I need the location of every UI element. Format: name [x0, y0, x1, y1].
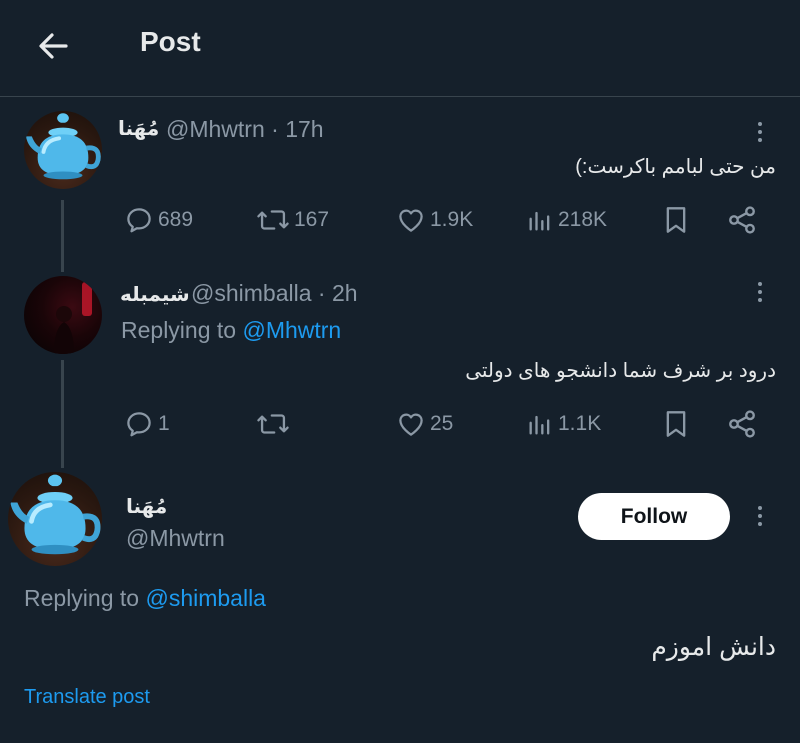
author-handle-text: @Mhwtrn: [166, 116, 265, 142]
teapot-avatar-icon: [24, 111, 102, 189]
reply-icon: [127, 412, 151, 437]
reply-button[interactable]: 689: [124, 204, 193, 236]
dark-avatar-icon: [54, 282, 92, 354]
more-options-button[interactable]: [748, 502, 772, 530]
author-handle[interactable]: @Mhwtrn: [126, 525, 225, 552]
avatar[interactable]: [8, 472, 102, 566]
repost-icon: [257, 414, 289, 434]
more-options-button[interactable]: [748, 278, 772, 306]
replying-to: Replying to @Mhwtrn: [121, 317, 341, 344]
views-chart-icon: [529, 415, 550, 435]
like-count: 1.9K: [430, 208, 474, 231]
share-icon: [729, 206, 755, 234]
share-button[interactable]: [726, 408, 758, 440]
post-text: دانش اموزم: [651, 633, 776, 661]
post-time: · 17h: [271, 116, 324, 142]
replying-to: Replying to @shimballa: [24, 585, 266, 612]
share-icon: [729, 410, 755, 438]
teapot-avatar-icon: [8, 472, 102, 566]
like-count: 25: [430, 412, 454, 435]
heart-icon: [399, 413, 423, 436]
post-time: · 2h: [317, 280, 358, 306]
replying-to-label: Replying to: [121, 317, 237, 343]
reply-count: 689: [158, 208, 194, 231]
heart-icon: [399, 209, 423, 232]
share-button[interactable]: [726, 204, 758, 236]
views-button[interactable]: 1.1K: [526, 408, 601, 440]
author-handle[interactable]: @Mhwtrn · 17h: [166, 116, 324, 143]
repost-icon: [257, 210, 289, 230]
bookmark-button[interactable]: [662, 408, 690, 440]
bookmark-icon: [666, 411, 686, 437]
mention-link[interactable]: @shimballa: [145, 585, 266, 611]
bookmark-button[interactable]: [662, 204, 690, 236]
reply-icon: [127, 208, 151, 233]
tweet-text: درود بر شرف شما دانشجو های دولتی: [465, 360, 776, 382]
tweet-text: من حتی لبامم باکرست:): [575, 156, 776, 178]
views-button[interactable]: 218K: [526, 204, 607, 236]
repost-button[interactable]: [256, 408, 294, 440]
page-title: Post: [140, 26, 201, 57]
back-button[interactable]: [32, 24, 76, 68]
repost-count: 167: [294, 208, 330, 231]
author-name[interactable]: مُهَنا: [126, 494, 167, 519]
translate-post-link[interactable]: Translate post: [24, 686, 150, 709]
view-count: 1.1K: [558, 412, 602, 435]
mention-link[interactable]: @Mhwtrn: [242, 317, 341, 343]
tweet[interactable]: شیمبله @shimballa · 2h Replying to @Mhwt…: [0, 264, 800, 460]
replying-to-label: Replying to: [24, 585, 140, 611]
arrow-left-icon: [39, 33, 68, 59]
like-button[interactable]: 25: [396, 408, 453, 440]
reply-button[interactable]: 1: [124, 408, 170, 440]
author-name[interactable]: شیمبله: [120, 282, 190, 307]
more-options-button[interactable]: [748, 118, 772, 146]
repost-button[interactable]: 167: [256, 204, 329, 236]
author-handle[interactable]: @shimballa · 2h: [191, 280, 358, 307]
bookmark-icon: [666, 207, 686, 233]
views-chart-icon: [529, 211, 550, 231]
avatar[interactable]: [24, 276, 102, 354]
author-handle-text: @shimballa: [191, 280, 312, 306]
tweet[interactable]: مُهَنا @Mhwtrn · 17h من حتی لبامم باکرست…: [0, 96, 800, 264]
like-button[interactable]: 1.9K: [396, 204, 473, 236]
avatar[interactable]: [24, 111, 102, 189]
main-post: مُهَنا @Mhwtrn Follow Replying to @shimb…: [0, 460, 800, 743]
reply-count: 1: [158, 412, 170, 435]
follow-button[interactable]: Follow: [578, 493, 730, 540]
author-name[interactable]: مُهَنا: [118, 116, 159, 141]
view-count: 218K: [558, 208, 608, 231]
